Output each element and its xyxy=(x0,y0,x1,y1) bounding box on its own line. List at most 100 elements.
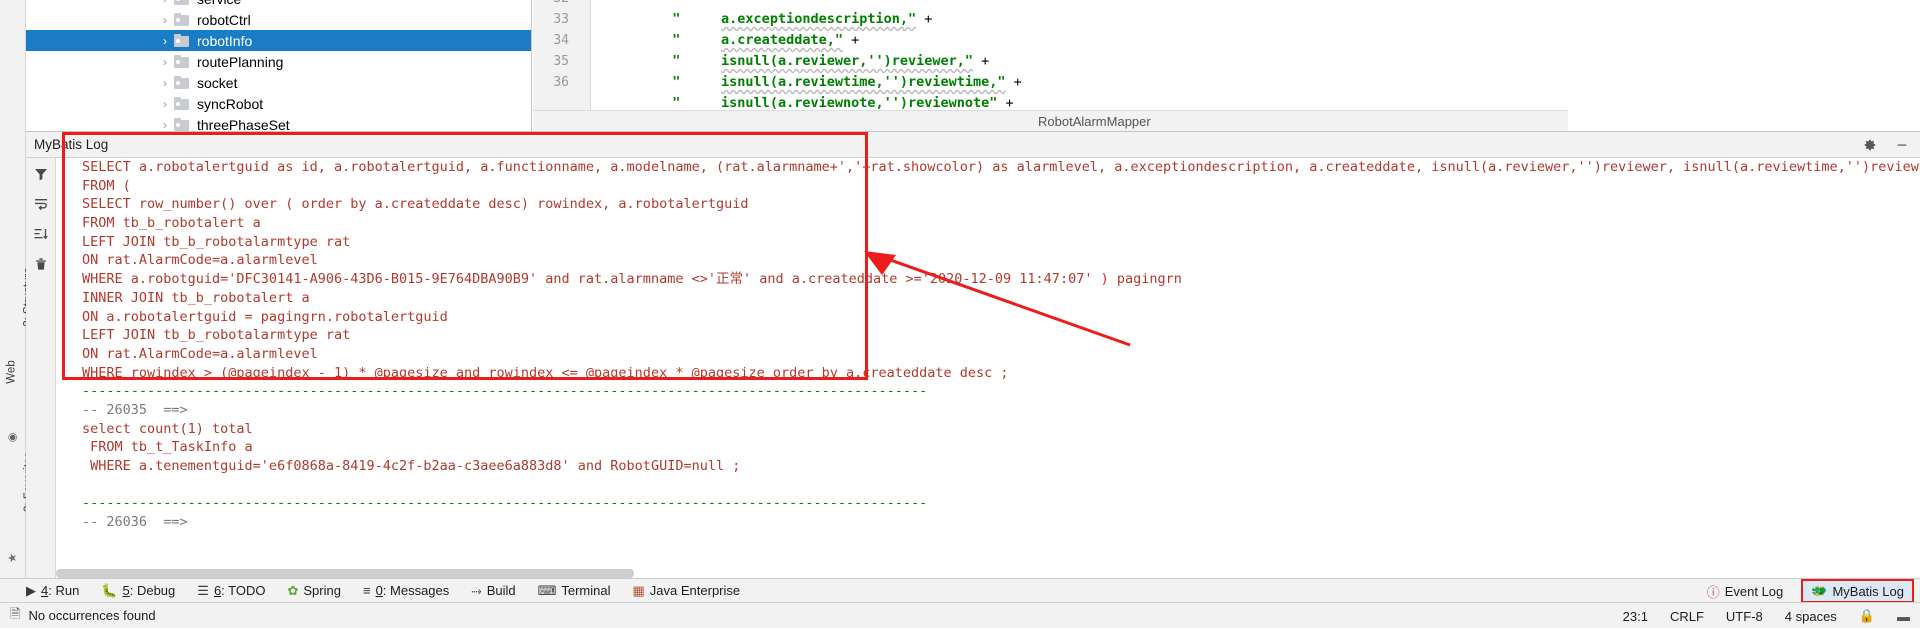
bottom-tab-spring[interactable]: ✿ Spring xyxy=(287,583,340,599)
todo-icon: ☰ xyxy=(197,582,209,598)
tree-item-label: syncRobot xyxy=(197,95,264,112)
editor-code-lines[interactable]: " a.exceptiondescription," + " a.createdda… xyxy=(591,0,1568,111)
ide-window: › service › robotCtrl › robotInfo › rout… xyxy=(0,0,1920,628)
code-text: isnull(a.reviewtime,'')reviewtime," xyxy=(721,74,1006,90)
tree-item-routeplanning[interactable]: › routePlanning xyxy=(26,51,531,72)
log-line: ON a.robotalertguid = pagingrn.robotaler… xyxy=(82,308,448,325)
gear-icon[interactable] xyxy=(1862,137,1878,153)
trash-icon[interactable] xyxy=(31,254,51,274)
strip-item-web[interactable]: Web xyxy=(0,360,25,383)
caret-position[interactable]: 23:1 xyxy=(1623,609,1648,624)
log-line: SELECT a.robotalertguid as id, a.robotal… xyxy=(82,159,1920,175)
wrap-icon[interactable] xyxy=(31,194,51,214)
string-quote: " xyxy=(672,11,681,27)
mybatis-log-tool-window: MyBatis Log SELECT a.robotalertguid as i… xyxy=(26,131,1920,578)
event-log-tab[interactable]: ⓘ Event Log xyxy=(1707,582,1784,601)
tree-item-socket[interactable]: › socket xyxy=(26,72,531,93)
file-encoding[interactable]: UTF-8 xyxy=(1726,609,1763,624)
minimize-icon[interactable] xyxy=(1894,137,1910,153)
tree-item-label: socket xyxy=(197,74,238,91)
mybatis-log-output[interactable]: SELECT a.robotalertguid as id, a.robotal… xyxy=(56,158,1920,578)
folder-icon xyxy=(174,97,190,110)
strip-item-structure[interactable]: 2: Structure xyxy=(0,267,35,326)
tab-key: 5 xyxy=(122,583,130,598)
bottom-tab-build[interactable]: ⤑ Build xyxy=(471,583,515,599)
code-text: isnull(a.reviewer,'')reviewer," xyxy=(721,53,974,69)
tab-label: : Messages xyxy=(382,583,450,598)
log-toolbar xyxy=(26,158,56,578)
line-number: 34 xyxy=(553,33,569,48)
chevron-right-icon[interactable]: › xyxy=(156,13,174,27)
tree-item-label: service xyxy=(197,0,241,7)
bottom-tab-terminal[interactable]: ⌨ Terminal xyxy=(538,583,611,599)
chevron-right-icon[interactable]: › xyxy=(156,34,174,48)
string-quote: " xyxy=(672,32,681,48)
mybatis-icon: 🐲 xyxy=(1811,583,1828,598)
event-log-label: Event Log xyxy=(1724,583,1784,599)
project-tree[interactable]: › service › robotCtrl › robotInfo › rout… xyxy=(26,0,532,131)
code-text: a.createddate," xyxy=(721,32,843,48)
tree-item-robotctrl[interactable]: › robotCtrl xyxy=(26,9,531,30)
tree-item-label: robotCtrl xyxy=(197,11,251,28)
left-gutter-top xyxy=(0,0,26,131)
tab-label: : Run xyxy=(48,583,80,598)
lock-icon[interactable]: 🔒 xyxy=(1859,608,1875,624)
tree-item-label: routePlanning xyxy=(197,53,284,70)
hide-bar-icon[interactable]: ▬ xyxy=(1897,609,1910,624)
globe-icon: ◉ xyxy=(6,432,19,443)
run-icon: ▶ xyxy=(26,582,36,598)
tab-label: Build xyxy=(486,583,516,598)
string-quote: " xyxy=(672,53,681,69)
chevron-right-icon[interactable]: › xyxy=(156,76,174,90)
log-line: FROM tb_t_TaskInfo a xyxy=(82,439,253,456)
editor-right-filler xyxy=(1568,0,1920,131)
chevron-right-icon[interactable]: › xyxy=(156,0,174,6)
breadcrumb-label: RobotAlarmMapper xyxy=(1038,113,1151,129)
bottom-tab-messages[interactable]: ≡ 0: Messages xyxy=(363,583,449,598)
debug-icon: 🐛 xyxy=(101,582,118,598)
editor-breadcrumb[interactable]: RobotAlarmMapper xyxy=(533,110,1568,131)
tree-item-robotinfo[interactable]: › robotInfo xyxy=(26,30,531,51)
operator: + xyxy=(1013,74,1022,90)
log-line: select count(1) total xyxy=(82,420,253,437)
bottom-tab-debug[interactable]: 🐛 5: Debug xyxy=(101,583,175,599)
log-line: LEFT JOIN tb_b_robotalarmtype rat xyxy=(82,233,351,250)
log-horizontal-scrollbar[interactable] xyxy=(56,569,634,578)
tree-item-service[interactable]: › service xyxy=(26,0,531,9)
bottom-tab-todo[interactable]: ☰ 6: TODO xyxy=(197,583,265,599)
log-line: WHERE a.tenementguid='e6f0868a-8419-4c2f… xyxy=(82,458,741,474)
string-quote: " xyxy=(672,95,681,111)
mybatis-log-tab[interactable]: 🐲 MyBatis Log xyxy=(1801,579,1914,603)
bottom-tab-java-enterprise[interactable]: ▦ Java Enterprise xyxy=(633,583,741,599)
bottom-tabs-right: ⓘ Event Log 🐲 MyBatis Log xyxy=(1707,579,1914,603)
tree-item-syncrobot[interactable]: › syncRobot xyxy=(26,93,531,114)
log-line: -- 26035 ==> xyxy=(82,401,188,418)
top-area: › service › robotCtrl › robotInfo › rout… xyxy=(0,0,1920,131)
status-message: No occurrences found xyxy=(28,608,156,623)
chevron-right-icon[interactable]: › xyxy=(156,97,174,111)
chevron-right-icon[interactable]: › xyxy=(156,55,174,69)
tree-item-threephaseset[interactable]: › threePhaseSet xyxy=(26,114,531,131)
editor-fold-column[interactable] xyxy=(575,0,591,110)
code-editor[interactable]: 32 33 34 35 36 " a.exceptiondescription,"… xyxy=(533,0,1568,131)
code-text: isnull(a.reviewnote,'')reviewnote" xyxy=(721,95,998,111)
left-tool-strip: 2: Structure Web ◉ 2: Favorites ★ xyxy=(0,131,35,598)
code-line: " a.exceptiondescription," + xyxy=(591,0,1568,27)
log-line: ON rat.AlarmCode=a.alarmlevel xyxy=(82,345,318,362)
log-line: WHERE a.robotguid='DFC30141-A906-43D6-B0… xyxy=(82,271,1182,288)
log-line: LEFT JOIN tb_b_robotalarmtype rat xyxy=(82,327,351,344)
indent-setting[interactable]: 4 spaces xyxy=(1785,609,1837,624)
chevron-right-icon[interactable]: › xyxy=(156,118,174,132)
line-number: 35 xyxy=(553,54,569,69)
tab-label: : TODO xyxy=(221,583,266,598)
strip-item-favorites[interactable]: 2: Favorites xyxy=(0,452,35,512)
line-separator[interactable]: CRLF xyxy=(1670,609,1704,624)
log-line: INNER JOIN tb_b_robotalert a xyxy=(82,289,310,306)
tree-item-label: robotInfo xyxy=(197,32,253,49)
bottom-tab-run[interactable]: ▶ 4: Run xyxy=(26,583,79,599)
sort-icon[interactable] xyxy=(31,224,51,244)
code-text: a.exceptiondescription," xyxy=(721,11,917,27)
filter-icon[interactable] xyxy=(31,164,51,184)
terminal-icon: ⌨ xyxy=(537,582,557,598)
